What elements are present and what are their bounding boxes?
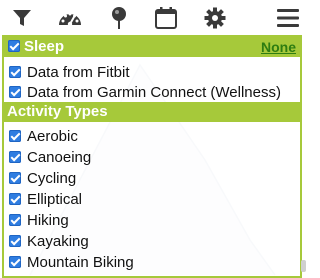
calendar-icon[interactable] xyxy=(150,4,182,32)
toolbar xyxy=(0,0,310,36)
hamburger-menu-icon[interactable] xyxy=(272,4,304,32)
checkbox[interactable] xyxy=(9,172,21,184)
checkbox[interactable] xyxy=(9,66,21,78)
list-item-activity-canoeing[interactable]: Canoeing xyxy=(9,147,91,167)
checkbox[interactable] xyxy=(9,130,21,142)
filter-panel: Sleep None Data from Fitbit Data from Ga… xyxy=(2,35,302,278)
select-none-link[interactable]: None xyxy=(261,37,296,57)
list-item-sleep-garmin[interactable]: Data from Garmin Connect (Wellness) xyxy=(9,82,281,102)
list-item-activity-mountain-biking[interactable]: Mountain Biking xyxy=(9,252,134,272)
filter-icon[interactable] xyxy=(6,4,38,32)
scrollbar[interactable] xyxy=(301,260,306,272)
sleep-section-header: Sleep None xyxy=(4,37,300,57)
list-item-activity-hiking[interactable]: Hiking xyxy=(9,210,69,230)
checkbox[interactable] xyxy=(9,256,21,268)
dashboard-gauge-icon[interactable] xyxy=(54,4,86,32)
list-item-label: Canoeing xyxy=(27,148,92,166)
checkbox[interactable] xyxy=(9,193,21,205)
list-item-activity-aerobic[interactable]: Aerobic xyxy=(9,126,78,146)
pin-icon[interactable] xyxy=(103,4,135,32)
list-item-label: Aerobic xyxy=(27,127,78,145)
gear-icon[interactable] xyxy=(199,4,231,32)
activity-types-header: Activity Types xyxy=(4,102,300,122)
checkbox[interactable] xyxy=(9,214,21,226)
checkbox[interactable] xyxy=(9,151,21,163)
checkbox[interactable] xyxy=(9,86,21,98)
list-item-label: Hiking xyxy=(27,211,69,229)
list-item-sleep-fitbit[interactable]: Data from Fitbit xyxy=(9,62,130,82)
list-item-label: Data from Garmin Connect (Wellness) xyxy=(27,83,281,101)
list-item-label: Cycling xyxy=(27,169,77,187)
checkbox[interactable] xyxy=(9,235,21,247)
list-item-label: Kayaking xyxy=(27,232,89,250)
list-item-label: Mountain Biking xyxy=(27,253,134,271)
list-item-activity-elliptical[interactable]: Elliptical xyxy=(9,189,82,209)
list-item-activity-kayaking[interactable]: Kayaking xyxy=(9,231,89,251)
app-window: Sleep None Data from Fitbit Data from Ga… xyxy=(0,0,310,278)
list-item-activity-cycling[interactable]: Cycling xyxy=(9,168,76,188)
sleep-checkbox[interactable] xyxy=(8,40,20,52)
sleep-title: Sleep xyxy=(24,38,65,55)
list-item-label: Data from Fitbit xyxy=(27,63,130,81)
list-item-label: Elliptical xyxy=(27,190,83,208)
